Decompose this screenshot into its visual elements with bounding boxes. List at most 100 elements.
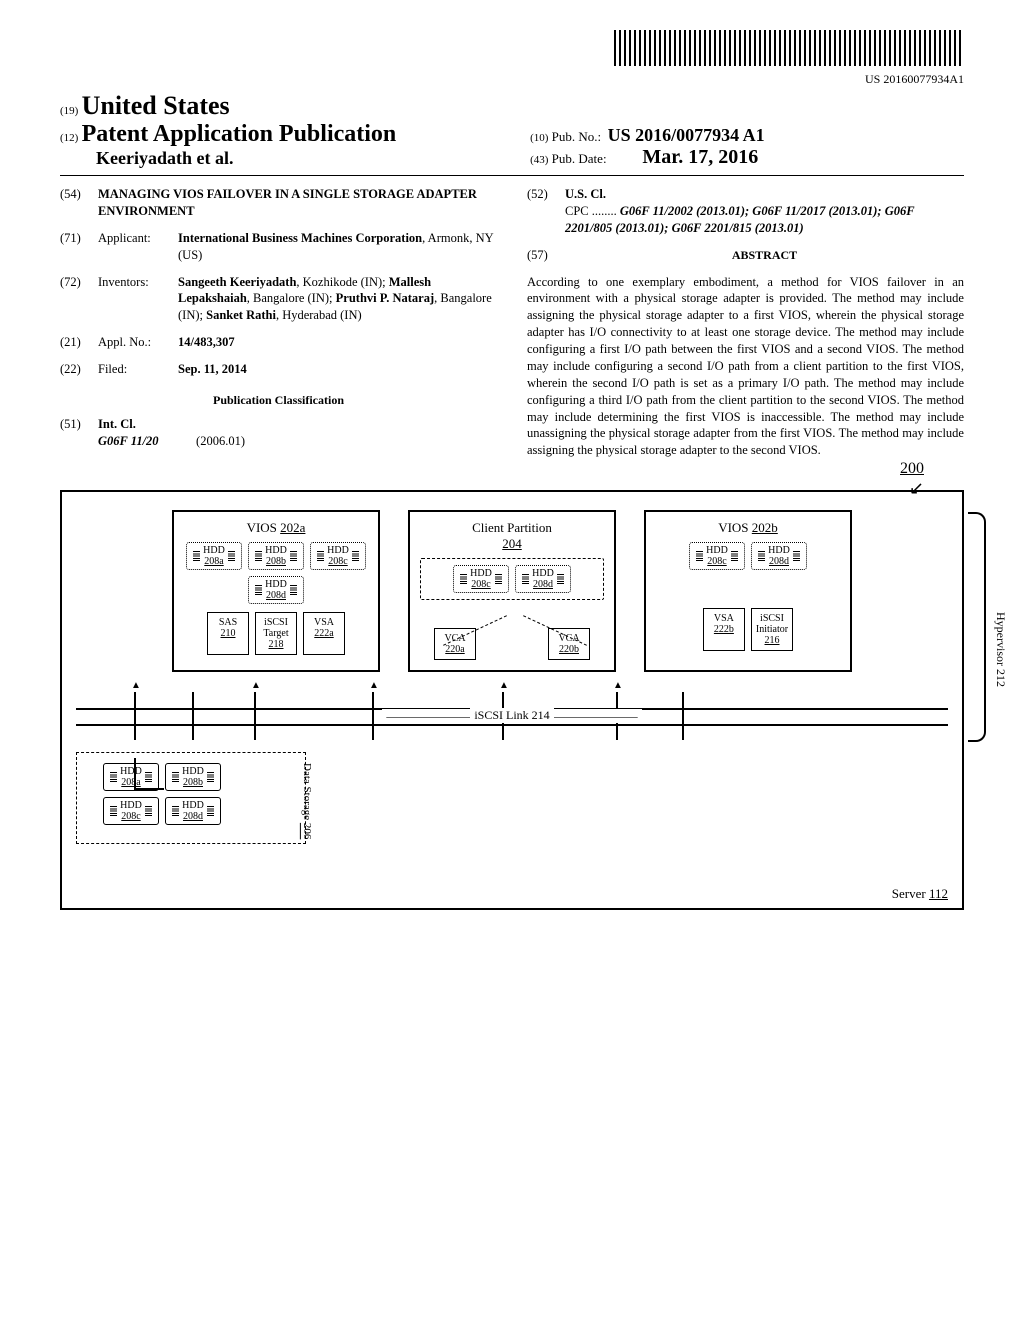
barcode-block: US 20160077934A1 [60,30,964,87]
ref-208a: 208a [204,556,223,567]
barcode-number: US 20160077934A1 [60,72,964,87]
disk-icon [145,806,152,816]
code-43: (43) [530,154,548,166]
hdd-client-208c: HDD208c [453,565,509,593]
phys-ref-208a: 208a [121,777,140,788]
ref-208d-b: 208d [769,556,789,567]
disk-icon [207,806,214,816]
fig-ref-200: 200 [900,460,924,478]
authors: Keeriyadath et al. [96,148,512,169]
vsa-b-ref: 222b [714,624,734,635]
iscsi-link-text: iSCSI Link 214 [470,708,553,722]
iscsi-initiator-box: iSCSIInitiator216 [751,608,793,651]
ref-208b: 208b [266,556,286,567]
iscsi-bus: ———————iSCSI Link 214——————— [76,708,948,726]
applno-label: Appl. No.: [98,334,178,351]
vsa-a-ref: 222a [314,628,333,639]
disk-icon [793,551,800,561]
disk-icon [255,585,262,595]
applicant-label: Applicant: [98,230,178,264]
inv2-loc: , Bangalore (IN); [247,291,333,305]
brace-icon [968,512,986,742]
disk-icon [255,551,262,561]
inv4-loc: , Hyderabad (IN) [276,308,362,322]
code-54: (54) [60,186,98,220]
ref-208c-b: 208c [707,556,726,567]
ref-208d-c: 208d [533,579,553,590]
disk-icon [110,806,117,816]
uscl-label: U.S. Cl. [565,187,606,201]
vios-a-title: VIOS 202a [247,520,306,535]
code-10: (10) [530,132,548,144]
vca-b-ref: 220b [559,644,579,655]
vios-b-title: VIOS 202b [718,520,778,535]
hdd-208c: HDD208c [310,542,366,570]
pub-type: Patent Application Publication [82,121,397,147]
sas-box: SAS210 [207,612,249,655]
inv1-loc: , Kozhikode (IN); [296,275,385,289]
iscsi-target-box: iSCSITarget218 [255,612,297,655]
abstract-text: According to one exemplary embodiment, a… [527,274,964,460]
title: MANAGING VIOS FAILOVER IN A SINGLE STORA… [98,187,477,218]
disk-icon [145,772,152,782]
client-ref: 204 [502,536,522,551]
hdd-b-208c: HDD208c [689,542,745,570]
filed: Sep. 11, 2014 [178,362,247,376]
code-52: (52) [527,186,565,237]
inv1: Sangeeth Keeriyadath [178,275,296,289]
disk-icon [317,551,324,561]
disk-icon [290,551,297,561]
phys-ref-208c: 208c [121,811,140,822]
vios-b-box: VIOS 202b HDD208c HDD208d VSA222b iSCSII… [644,510,852,672]
vsa-a-box: VSA222a [303,612,345,655]
vsa-b-box: VSA222b [703,608,745,651]
disk-icon [352,551,359,561]
applno: 14/483,307 [178,335,235,349]
filed-label: Filed: [98,361,178,378]
disk-icon [460,574,467,584]
pub-date-label: Pub. Date: [552,151,607,166]
pub-class-heading: Publication Classification [60,392,497,408]
hypervisor-text: Hypervisor 212 [994,612,1008,687]
disk-icon [193,551,200,561]
inv3: Pruthvi P. Nataraj [336,291,435,305]
disk-icon [758,551,765,561]
vsa-label: VSA [314,617,334,628]
client-title: Client Partition [472,520,552,535]
code-51: (51) [60,416,98,450]
vca-a-ref: 220a [445,644,464,655]
abstract-label: ABSTRACT [732,248,797,262]
hdd-b-208d: HDD208d [751,542,807,570]
phys-ref-208b: 208b [183,777,203,788]
code-71: (71) [60,230,98,264]
intcl: G06F 11/20 [98,434,159,448]
code-21: (21) [60,334,98,351]
code-19: (19) [60,105,78,117]
disk-icon [522,574,529,584]
hypervisor-label: Hypervisor 212 [993,612,1008,687]
intcl-date: (2006.01) [196,434,245,448]
figure: 200 ↙ Hypervisor 212 VIOS 202a HDD208a H… [60,490,964,910]
applicant: International Business Machines Corporat… [178,231,422,245]
sas-label: SAS [219,617,237,628]
disk-icon [228,551,235,561]
iscsi-i-ref: 216 [765,635,780,646]
ref-208c-c: 208c [471,579,490,590]
header: (19) United States (12) Patent Applicati… [60,91,964,176]
phys-hdd-208a: HDD208a [103,763,159,791]
phys-ref-208d: 208d [183,811,203,822]
server-box: Hypervisor 212 VIOS 202a HDD208a HDD208b… [60,490,964,910]
code-22: (22) [60,361,98,378]
inv4: Sanket Rathi [206,308,276,322]
phys-hdd-208d: HDD208d [165,797,221,825]
vsa-b-label: VSA [714,613,734,624]
code-12: (12) [60,132,78,144]
server-label: Server 112 [892,886,948,902]
disk-icon [172,806,179,816]
iscsi-link-label: ———————iSCSI Link 214——————— [382,709,641,723]
intcl-label: Int. Cl. [98,417,136,431]
sas-ref: 210 [221,628,236,639]
hdd-client-208d: HDD208d [515,565,571,593]
ref-208d: 208d [266,590,286,601]
data-storage-box: Data Storage 206 HDD208a HDD208b HDD208c… [76,752,306,844]
